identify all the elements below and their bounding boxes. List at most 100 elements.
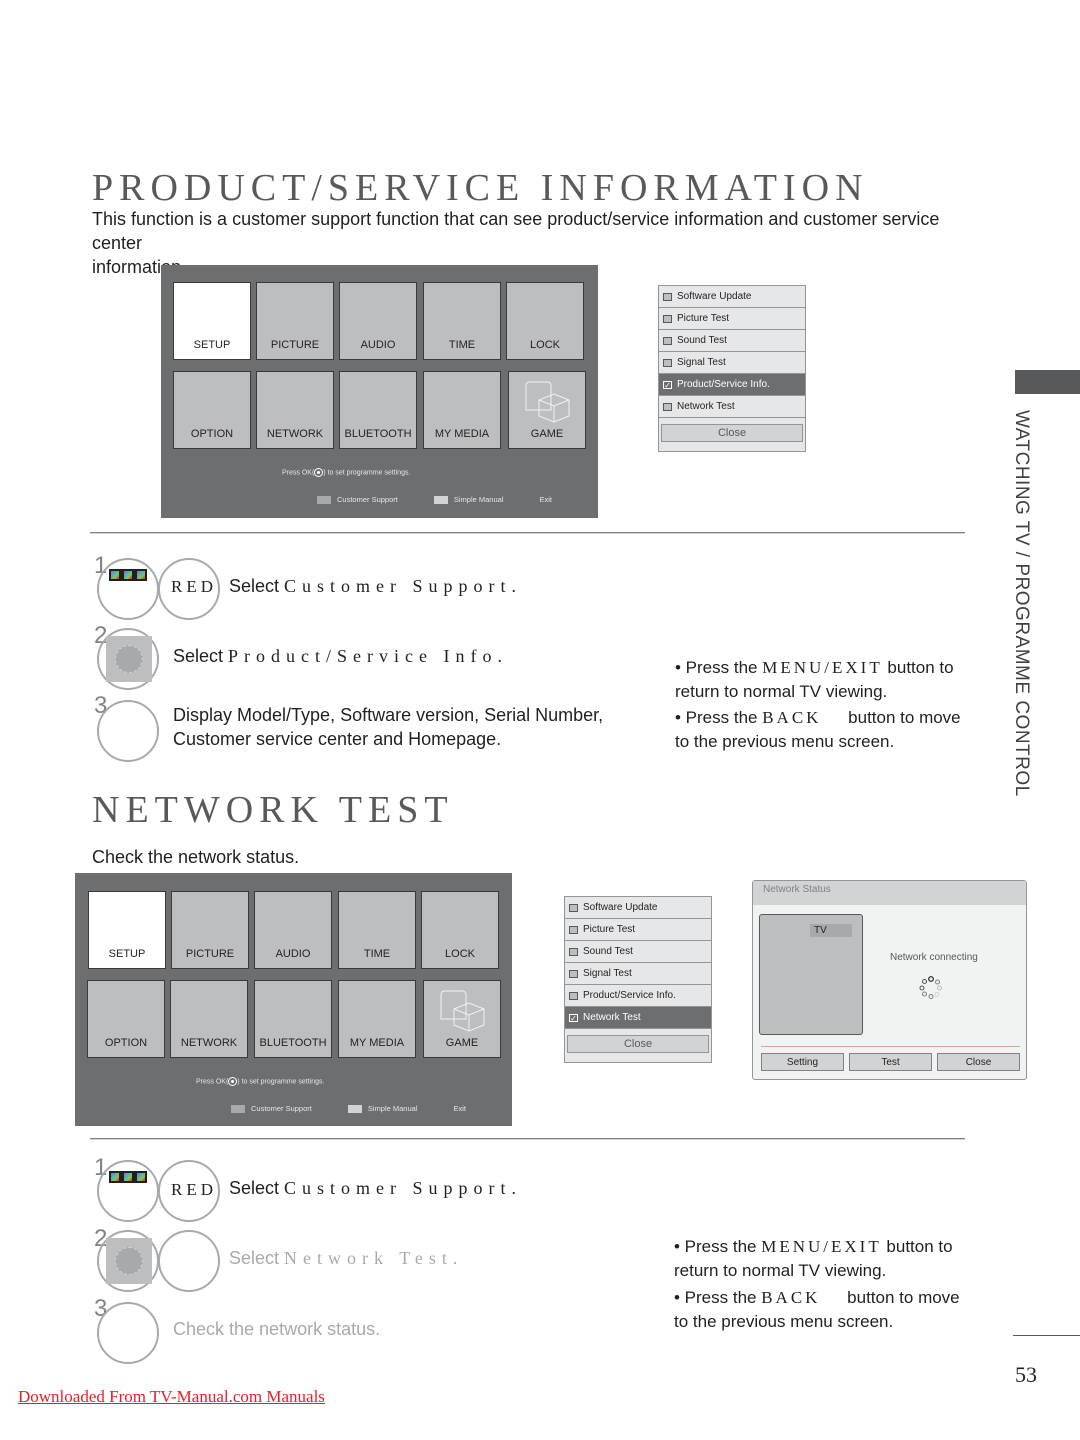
- hint-prefix: Press OK(: [196, 1078, 229, 1086]
- menu-tile-lock[interactable]: LOCK: [421, 891, 499, 969]
- tile-label: BLUETOOTH: [259, 1037, 327, 1049]
- menu-tile-picture[interactable]: PICTURE: [171, 891, 249, 969]
- support-item-network-test[interactable]: ✓ Network Test: [565, 1007, 711, 1029]
- page-number: 53: [1015, 1362, 1037, 1387]
- note-text: button to move: [842, 1288, 960, 1307]
- tile-label: TIME: [363, 948, 391, 960]
- note-text: to the previous menu screen.: [674, 1312, 894, 1331]
- support-item-picture-test[interactable]: Picture Test: [565, 919, 711, 941]
- simple-manual-color-key-icon: [347, 1104, 362, 1113]
- menu-tile-setup[interactable]: SETUP: [88, 891, 166, 969]
- customer-support-label[interactable]: Customer Support: [337, 495, 398, 504]
- red-button-label: RED: [171, 1180, 217, 1199]
- item-label: Software Update: [583, 902, 658, 913]
- loading-spinner-icon: [919, 976, 942, 1000]
- support-close-button[interactable]: Close: [567, 1035, 709, 1053]
- menu-tile-time[interactable]: TIME: [423, 282, 501, 360]
- support-item-sound-test[interactable]: Sound Test: [659, 330, 805, 352]
- page-number-rule: [1013, 1335, 1080, 1336]
- support-item-picture-test[interactable]: Picture Test: [659, 308, 805, 330]
- item-label: Software Update: [677, 291, 752, 302]
- menu-tile-option[interactable]: OPTION: [87, 980, 165, 1058]
- customer-support-remote-icon: [109, 569, 147, 581]
- menu-tile-game[interactable]: GAME: [508, 371, 586, 449]
- item-label: Network Test: [677, 401, 735, 412]
- checkbox-checked-icon: ✓: [569, 1013, 578, 1023]
- menu-tile-network[interactable]: NETWORK: [256, 371, 334, 449]
- tile-label: GAME: [530, 428, 564, 440]
- checkbox-icon: [663, 358, 672, 367]
- tv-main-menu: SETUP PICTURE AUDIO TIME LOCK OPTION NET…: [161, 265, 598, 518]
- note-text: • Press the: [675, 708, 763, 727]
- step-prefix: Select: [173, 646, 229, 666]
- step-line: Display Model/Type, Software version, Se…: [173, 705, 604, 725]
- menu-tile-time[interactable]: TIME: [338, 891, 416, 969]
- menu-tile-network[interactable]: NETWORK: [170, 980, 248, 1058]
- support-item-signal-test[interactable]: Signal Test: [659, 352, 805, 374]
- hint-suffix: ) to set programme settings.: [237, 1078, 325, 1086]
- tile-label: GAME: [445, 1037, 479, 1049]
- menu-hint: Press OK( ) to set programme settings.: [196, 1077, 324, 1086]
- support-item-network-test[interactable]: Network Test: [659, 396, 805, 418]
- chapter-tab: [1015, 370, 1080, 394]
- customer-support-remote-icon: [109, 1171, 147, 1183]
- simple-manual-label[interactable]: Simple Manual: [454, 495, 504, 504]
- network-close-button[interactable]: Close: [937, 1053, 1020, 1071]
- step-circle: [97, 1302, 159, 1364]
- tv-label: TV: [810, 924, 852, 937]
- exit-label[interactable]: Exit: [453, 1104, 466, 1113]
- menu-tile-picture[interactable]: PICTURE: [256, 282, 334, 360]
- simple-manual-label[interactable]: Simple Manual: [368, 1104, 418, 1113]
- checkbox-icon: [569, 903, 578, 912]
- step-target: Customer Support.: [284, 576, 523, 596]
- customer-support-label[interactable]: Customer Support: [251, 1104, 312, 1113]
- intro-line: This function is a customer support func…: [92, 209, 940, 253]
- exit-label[interactable]: Exit: [539, 495, 552, 504]
- tv-main-menu: SETUP PICTURE AUDIO TIME LOCK OPTION NET…: [75, 873, 512, 1126]
- menu-tile-option[interactable]: OPTION: [173, 371, 251, 449]
- menu-tile-audio[interactable]: AUDIO: [339, 282, 417, 360]
- item-label: Picture Test: [583, 924, 636, 935]
- item-label: Sound Test: [677, 335, 727, 346]
- menu-tile-game[interactable]: GAME: [423, 980, 501, 1058]
- support-close-button[interactable]: Close: [661, 424, 803, 442]
- menu-tile-lock[interactable]: LOCK: [506, 282, 584, 360]
- menu-tile-my-media[interactable]: MY MEDIA: [338, 980, 416, 1058]
- support-item-signal-test[interactable]: Signal Test: [565, 963, 711, 985]
- support-item-product-service-info[interactable]: Product/Service Info.: [565, 985, 711, 1007]
- download-source-link[interactable]: Downloaded From TV-Manual.com Manuals: [18, 1387, 325, 1407]
- menu-tile-setup[interactable]: SETUP: [173, 282, 251, 360]
- note-text: return to normal TV viewing.: [675, 682, 888, 701]
- menu-footer: Customer Support Simple Manual Exit: [317, 495, 552, 504]
- tv-device-panel: TV: [759, 914, 863, 1035]
- menu-footer: Customer Support Simple Manual Exit: [231, 1104, 466, 1113]
- menu-tile-my-media[interactable]: MY MEDIA: [423, 371, 501, 449]
- section-title-product-service: PRODUCT/SERVICE INFORMATION: [92, 167, 869, 209]
- customer-support-popup: Software Update Picture Test Sound Test …: [564, 896, 712, 1063]
- network-setting-button[interactable]: Setting: [761, 1053, 844, 1071]
- menu-hint: Press OK() to set programme settings.: [282, 468, 410, 477]
- dialog-divider: [761, 1046, 1020, 1047]
- support-item-product-service-info[interactable]: ✓ Product/Service Info.: [659, 374, 805, 396]
- support-item-sound-test[interactable]: Sound Test: [565, 941, 711, 963]
- item-label: Signal Test: [583, 968, 632, 979]
- item-label: Picture Test: [677, 313, 730, 324]
- checkbox-icon: [663, 336, 672, 345]
- support-item-software-update[interactable]: Software Update: [659, 286, 805, 308]
- divider: [90, 1138, 965, 1140]
- red-button-label: RED: [171, 577, 217, 596]
- game-cube-icon: [525, 381, 570, 423]
- note-text: button to: [881, 1237, 953, 1256]
- menu-tile-bluetooth[interactable]: BLUETOOTH: [339, 371, 417, 449]
- support-item-software-update[interactable]: Software Update: [565, 897, 711, 919]
- network-test-button[interactable]: Test: [849, 1053, 932, 1071]
- checkbox-icon: [663, 314, 672, 323]
- menu-tile-audio[interactable]: AUDIO: [254, 891, 332, 969]
- step-target: Network Test.: [284, 1248, 464, 1268]
- note-back: • Press the BACK button to move to the p…: [674, 1286, 964, 1334]
- checkbox-icon: [569, 969, 578, 978]
- network-status-message: Network connecting: [890, 952, 978, 963]
- menu-tile-bluetooth[interactable]: BLUETOOTH: [254, 980, 332, 1058]
- item-label: Network Test: [583, 1012, 641, 1023]
- note-text: to the previous menu screen.: [675, 732, 895, 751]
